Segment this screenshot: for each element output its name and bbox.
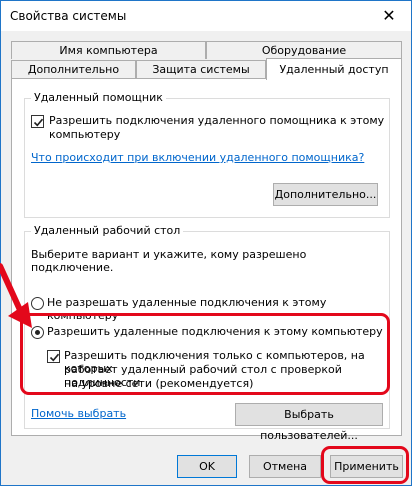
cancel-button[interactable]: Отмена — [249, 455, 321, 478]
nla-only-label-line3: на уровне сети (рекомендуется) — [64, 377, 254, 390]
nla-only-checkbox[interactable] — [47, 350, 60, 363]
checkmark-icon — [49, 353, 60, 362]
apply-button[interactable]: Применить — [330, 455, 403, 478]
tab-row-front: Дополнительно Защита системы Удаленный д… — [11, 58, 402, 80]
help-choose-link[interactable]: Помочь выбрать — [31, 407, 126, 420]
remote-desktop-instruction: Выберите вариант и укажите, кому разреше… — [31, 248, 307, 274]
tab-hardware[interactable]: Оборудование — [206, 41, 402, 59]
remote-assistance-group: Удаленный помощник Разрешить подключения… — [24, 91, 390, 218]
remote-assistance-advanced-button[interactable]: Дополнительно... — [273, 183, 378, 206]
remote-desktop-group: Удаленный рабочий стол Выберите вариант … — [24, 224, 390, 442]
remote-desktop-group-label: Удаленный рабочий стол — [31, 224, 184, 237]
tab-computer-name[interactable]: Имя компьютера — [11, 41, 206, 59]
remote-access-panel: Удаленный помощник Разрешить подключения… — [11, 78, 402, 442]
select-users-button[interactable]: Выбрать пользователей... — [235, 403, 383, 442]
tab-system-protection[interactable]: Защита системы — [136, 60, 266, 78]
checkmark-icon — [33, 118, 44, 127]
deny-remote-connections-label: Не разрешать удаленные подключения к это… — [47, 296, 327, 322]
window-title: Свойства системы — [10, 9, 127, 23]
allow-remote-connections-label: Разрешить удаленные подключения к этому … — [47, 325, 383, 338]
tab-advanced[interactable]: Дополнительно — [11, 60, 136, 78]
ok-button[interactable]: OK — [177, 455, 237, 478]
allow-remote-assistance-label-line2: компьютеру — [49, 128, 121, 141]
remote-assistance-group-label: Удаленный помощник — [31, 91, 166, 104]
title-bar[interactable]: Свойства системы ✕ — [1, 1, 411, 31]
allow-remote-assistance-label-line1: Разрешить подключения удаленного помощни… — [49, 114, 385, 127]
allow-remote-assistance-checkbox[interactable] — [31, 115, 44, 128]
annotation-arrow-icon — [0, 263, 32, 328]
remote-assistance-info-link[interactable]: Что происходит при включении удаленного … — [31, 151, 364, 164]
tab-remote-access[interactable]: Удаленный доступ — [266, 58, 402, 80]
close-icon[interactable]: ✕ — [367, 1, 411, 31]
system-properties-window: Свойства системы ✕ Имя компьютера Оборуд… — [0, 0, 412, 486]
